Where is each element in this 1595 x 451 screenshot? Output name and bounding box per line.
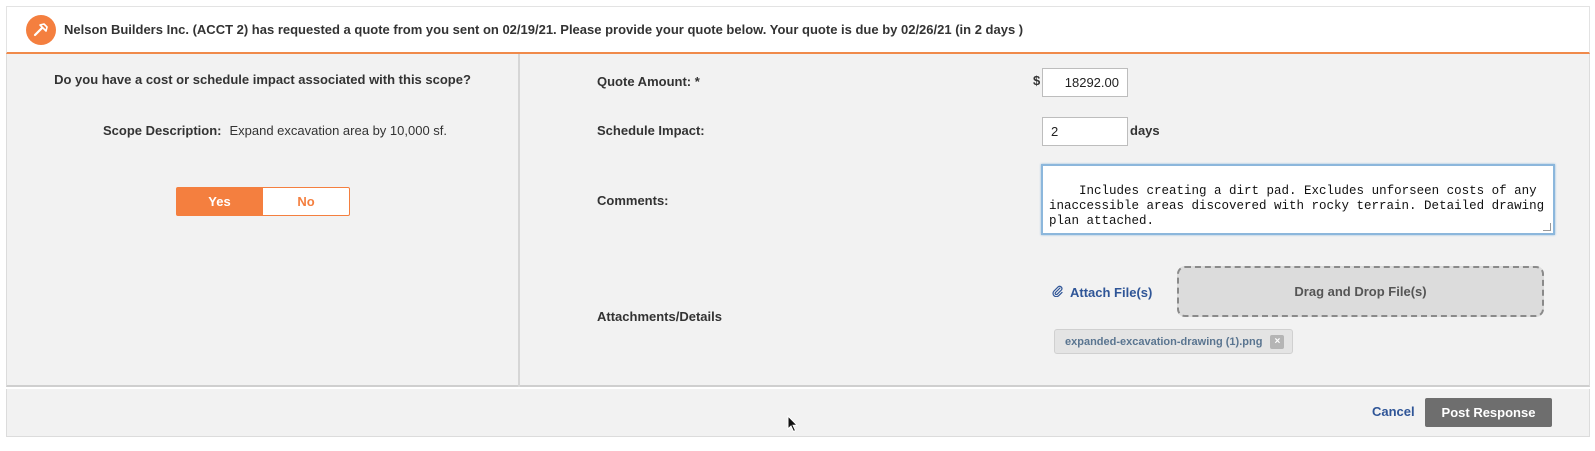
scope-description: Scope Description: Expand excavation area… [103,123,447,138]
post-response-button[interactable]: Post Response [1425,398,1552,427]
attachment-chip: expanded-excavation-drawing (1).png × [1054,329,1294,354]
schedule-impact-label: Schedule Impact: [597,123,705,138]
quote-amount-input[interactable]: 18292.00 [1042,68,1128,97]
panel-divider [518,54,520,387]
schedule-unit: days [1130,123,1160,138]
attach-files-link[interactable]: Attach File(s) [1052,284,1152,300]
comments-text: Includes creating a dirt pad. Excludes u… [1049,184,1552,228]
banner-message: Nelson Builders Inc. (ACCT 2) has reques… [64,22,1024,37]
impact-question: Do you have a cost or schedule impact as… [54,72,471,87]
scope-description-label: Scope Description: [103,123,222,138]
resize-handle[interactable] [1543,223,1551,231]
cancel-button[interactable]: Cancel [1372,404,1415,419]
attachments-label: Attachments/Details [597,309,722,324]
yes-button[interactable]: Yes [176,187,263,216]
impact-toggle: Yes No [176,187,350,216]
quote-amount-label: Quote Amount: * [597,74,700,89]
hammer-icon [26,15,56,45]
quote-panel: Do you have a cost or schedule impact as… [6,54,1590,387]
attach-files-label: Attach File(s) [1070,284,1153,300]
attachment-file-name[interactable]: expanded-excavation-drawing (1).png [1065,336,1262,348]
scope-description-value: Expand excavation area by 10,000 sf. [229,123,448,138]
paperclip-icon [1052,284,1063,300]
currency-symbol: $ [1033,73,1041,88]
quote-request-banner: Nelson Builders Inc. (ACCT 2) has reques… [6,6,1590,54]
schedule-impact-input[interactable]: 2 [1042,117,1128,146]
mouse-cursor-icon [787,414,799,438]
comments-textarea[interactable]: Includes creating a dirt pad. Excludes u… [1041,164,1555,235]
file-dropzone[interactable]: Drag and Drop File(s) [1177,266,1544,317]
comments-label: Comments: [597,193,669,208]
no-button[interactable]: No [263,187,350,216]
remove-attachment-icon[interactable]: × [1270,334,1285,349]
